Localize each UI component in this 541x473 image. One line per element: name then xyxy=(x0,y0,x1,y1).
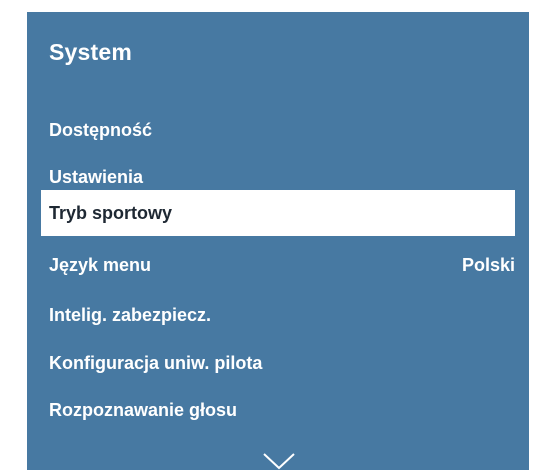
menu-item-konfiguracja-pilota[interactable]: Konfiguracja uniw. pilota xyxy=(27,341,529,385)
menu-title: System xyxy=(49,39,133,65)
menu-item-label: Dostępność xyxy=(49,119,153,140)
menu-item-tryb-sportowy[interactable]: Tryb sportowy xyxy=(41,190,515,236)
system-menu-panel: System Dostępność Ustawienia Tryb sporto… xyxy=(27,12,529,470)
menu-item-label: Konfiguracja uniw. pilota xyxy=(49,352,263,373)
menu-item-rozpoznawanie-glosu[interactable]: Rozpoznawanie głosu xyxy=(27,388,529,432)
chevron-down-icon[interactable] xyxy=(262,452,296,470)
menu-item-value: Polski xyxy=(461,254,515,275)
menu-item-label: Język menu xyxy=(49,254,152,275)
menu-item-label: Intelig. zabezpiecz. xyxy=(49,304,212,325)
menu-item-intelig-zabezpiecz[interactable]: Intelig. zabezpiecz. xyxy=(27,293,529,337)
menu-item-label: Rozpoznawanie głosu xyxy=(49,399,238,420)
menu-item-dostepnosc[interactable]: Dostępność xyxy=(27,108,529,152)
menu-item-label: Ustawienia xyxy=(49,166,144,187)
menu-item-label: Tryb sportowy xyxy=(49,202,173,223)
menu-item-jezyk-menu[interactable]: Język menu Polski xyxy=(27,243,529,287)
